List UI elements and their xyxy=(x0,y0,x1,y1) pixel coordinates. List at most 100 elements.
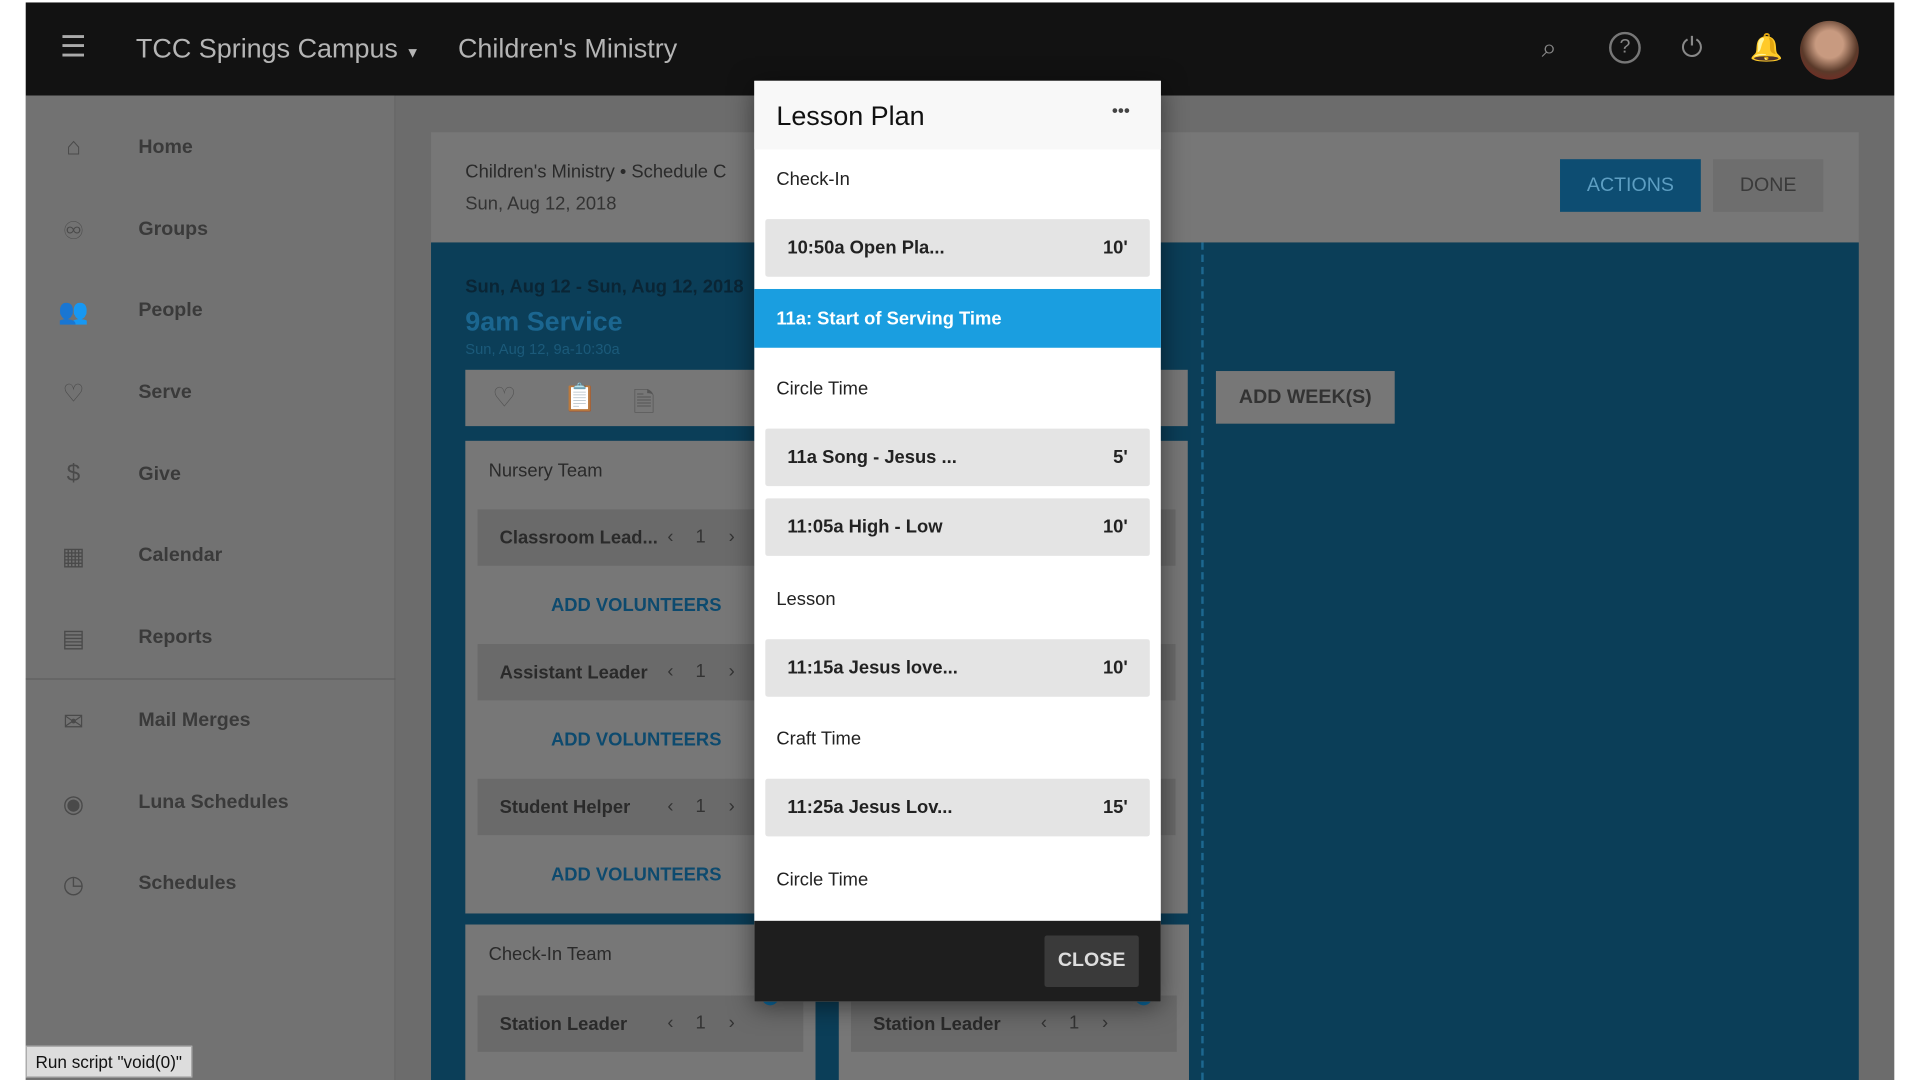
date-range: Sun, Aug 12 - Sun, Aug 12, 2018 xyxy=(465,276,744,298)
calendar-icon: ▦ xyxy=(61,543,86,571)
item-duration: 10' xyxy=(1102,516,1128,538)
schedule-date: Sun, Aug 12, 2018 xyxy=(465,193,617,215)
caret-down-icon: ▼ xyxy=(405,44,420,62)
lesson-item[interactable]: 11:05a High - Low 10' xyxy=(765,498,1150,556)
lesson-item-active[interactable]: 11a: Start of Serving Time xyxy=(754,288,1161,348)
role-row: Station Leader‹1›1 xyxy=(477,988,804,1052)
item-label: 11a: Start of Serving Time xyxy=(776,308,1002,330)
lesson-item[interactable]: 11:25a Jesus Lov... 15' xyxy=(765,778,1150,837)
status-bar: Run script "void(0)" xyxy=(25,1045,192,1078)
home-icon: ⌂ xyxy=(66,133,81,161)
role-name: Assistant Leader xyxy=(499,662,648,684)
section-header: Craft Time xyxy=(776,728,862,750)
role-row: Station Leader‹1›1 xyxy=(851,988,1177,1052)
sidebar-item-label: Luna Schedules xyxy=(138,792,289,814)
sidebar-item-home[interactable]: ⌂ Home xyxy=(26,124,396,173)
sidebar-item-label: Schedules xyxy=(138,873,237,894)
item-duration: 10' xyxy=(1102,237,1128,259)
chevron-right-icon[interactable]: › xyxy=(729,1013,735,1034)
clipboard-icon[interactable]: 📋 xyxy=(563,382,597,414)
add-volunteers-link[interactable]: ADD VOLUNTEERS xyxy=(551,595,721,616)
modal-header: Lesson Plan ••• xyxy=(754,80,1161,150)
sidebar-item-give[interactable]: $ Give xyxy=(26,451,396,500)
search-icon[interactable]: ⌕ xyxy=(1542,32,1557,64)
role-count: 1 xyxy=(695,661,706,683)
sidebar-item-label: Serve xyxy=(138,382,192,403)
ministry-title: Children's Ministry xyxy=(457,33,678,64)
sidebar-item-label: Calendar xyxy=(138,544,223,566)
sidebar-item-schedules[interactable]: ◷ Schedules xyxy=(26,860,396,909)
close-button[interactable]: CLOSE xyxy=(1044,935,1139,987)
sidebar: ⌂ Home ♾ Groups 👥 People ♡ Serve $ Give ▦ Cale… xyxy=(25,95,396,1080)
lesson-item[interactable]: 11:15a Jesus love... 10' xyxy=(765,639,1150,697)
help-icon[interactable]: ? xyxy=(1608,31,1641,64)
sidebar-item-label: Mail Merges xyxy=(138,710,251,732)
lesson-item[interactable]: 11a Song - Jesus ... 5' xyxy=(765,428,1150,487)
avatar[interactable] xyxy=(1800,20,1859,80)
role-name: Station Leader xyxy=(499,1013,628,1035)
dollar-icon: $ xyxy=(66,460,81,488)
power-icon[interactable]: ⏻ xyxy=(1681,32,1702,64)
chevron-right-icon[interactable]: › xyxy=(729,796,735,817)
sidebar-item-mail-merges[interactable]: ✉ Mail Merges xyxy=(26,697,396,746)
add-volunteers-link[interactable]: ADD VOLUNTEERS xyxy=(551,730,721,751)
heart-icon: ♡ xyxy=(62,380,85,408)
item-duration: 5' xyxy=(1113,446,1128,468)
document-icon[interactable]: 🗎 xyxy=(633,382,655,429)
more-options-icon[interactable]: ••• xyxy=(1112,100,1130,120)
item-duration: 10' xyxy=(1102,657,1128,679)
campus-selector[interactable]: TCC Springs Campus ▼ xyxy=(136,33,420,65)
modal-title: Lesson Plan xyxy=(776,100,925,132)
item-label: 11a Song - Jesus ... xyxy=(787,446,957,468)
bell-icon[interactable]: 🔔 xyxy=(1750,32,1784,64)
groups-icon: ♾ xyxy=(62,217,85,245)
chevron-left-icon[interactable]: ‹ xyxy=(667,1013,673,1034)
team-title: Nursery Team xyxy=(488,460,603,482)
role-name: Student Helper xyxy=(499,797,631,818)
service-name: 9am Service xyxy=(465,306,623,337)
role-name: Station Leader xyxy=(873,1013,1001,1035)
add-weeks-button[interactable]: ADD WEEK(S) xyxy=(1215,371,1395,424)
sidebar-item-calendar[interactable]: ▦ Calendar xyxy=(26,531,396,580)
chevron-right-icon[interactable]: › xyxy=(729,527,735,548)
done-button[interactable]: DONE xyxy=(1713,159,1824,212)
sidebar-item-label: Give xyxy=(138,464,181,485)
sidebar-item-luna-schedules[interactable]: ◉ Luna Schedules xyxy=(26,779,396,828)
team-title: Check-In Team xyxy=(488,944,612,965)
luna-icon: ◉ xyxy=(62,791,85,818)
chevron-left-icon[interactable]: ‹ xyxy=(667,527,673,548)
section-header: Check-In xyxy=(776,168,850,190)
item-label: 10:50a Open Pla... xyxy=(787,237,945,259)
sidebar-item-reports[interactable]: ▤ Reports xyxy=(26,613,396,662)
section-header: Circle Time xyxy=(776,869,869,891)
sidebar-item-label: People xyxy=(138,300,203,321)
breadcrumb: Children's Ministry • Schedule C xyxy=(465,161,727,183)
sidebar-item-label: Groups xyxy=(138,219,209,241)
week-divider xyxy=(1201,242,1204,1080)
chevron-left-icon[interactable]: ‹ xyxy=(667,796,673,817)
item-duration: 15' xyxy=(1102,797,1128,818)
chevron-left-icon[interactable]: ‹ xyxy=(667,661,673,682)
heart-hands-icon[interactable]: ♡ xyxy=(492,382,516,414)
chevron-right-icon[interactable]: › xyxy=(1102,1013,1108,1034)
sidebar-item-people[interactable]: 👥 People xyxy=(26,287,396,336)
hamburger-menu-icon[interactable]: ☰ xyxy=(60,29,86,65)
add-volunteers-link[interactable]: ADD VOLUNTEERS xyxy=(551,864,721,885)
sidebar-item-groups[interactable]: ♾ Groups xyxy=(26,206,396,255)
sidebar-item-serve[interactable]: ♡ Serve xyxy=(26,369,396,418)
role-count: 1 xyxy=(695,526,706,548)
modal-footer: CLOSE xyxy=(754,920,1161,1002)
sidebar-item-label: Reports xyxy=(138,626,213,648)
sidebar-item-label: Home xyxy=(138,137,193,158)
role-name: Classroom Lead... xyxy=(499,527,658,549)
actions-button[interactable]: ACTIONS xyxy=(1560,159,1701,212)
role-count: 1 xyxy=(695,795,706,817)
lesson-item[interactable]: 10:50a Open Pla... 10' xyxy=(765,219,1150,277)
section-header: Circle Time xyxy=(776,378,869,400)
section-header: Lesson xyxy=(776,588,836,610)
chevron-left-icon[interactable]: ‹ xyxy=(1041,1013,1047,1034)
service-time: Sun, Aug 12, 9a-10:30a xyxy=(465,340,620,358)
chevron-right-icon[interactable]: › xyxy=(729,661,735,682)
item-label: 11:25a Jesus Lov... xyxy=(787,797,953,818)
campus-name: TCC Springs Campus xyxy=(135,33,398,64)
